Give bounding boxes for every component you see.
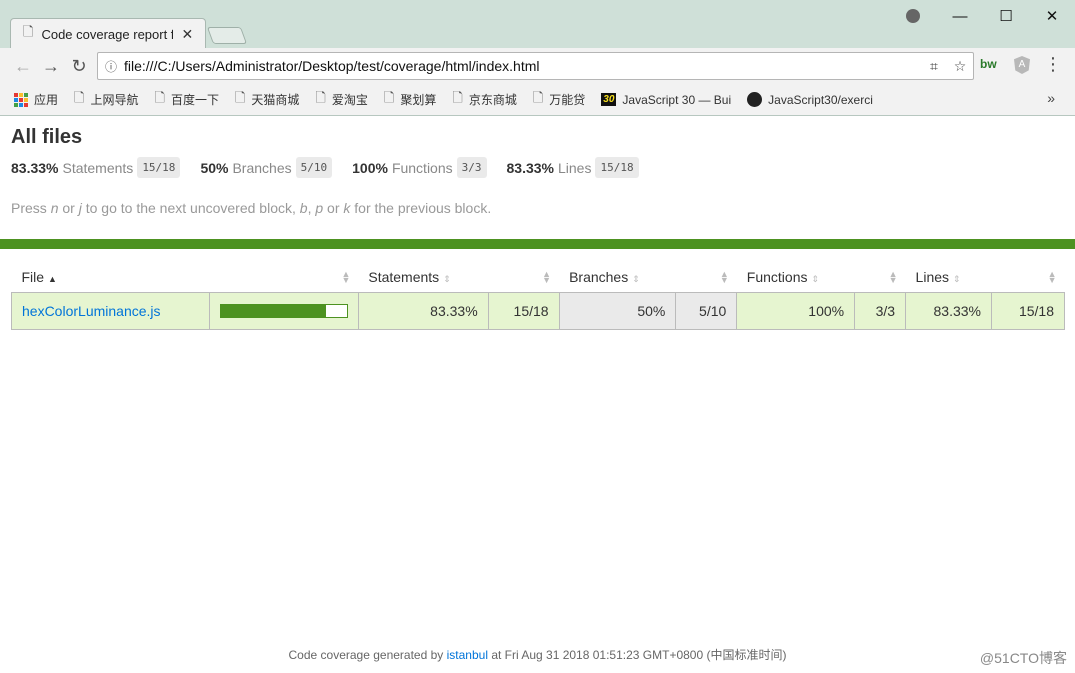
page-icon: 🗋 [154, 89, 165, 105]
bookmark-item[interactable]: 🗋 天猫商城 [235, 89, 299, 111]
minimize-button[interactable]: — [937, 4, 983, 28]
sort-icon: ▲ ▼ [542, 269, 552, 285]
coverage-summary: 83.33% Statements 15/18 50% Branches 5/1… [11, 157, 659, 178]
page-icon: 🗋 [383, 89, 395, 105]
bookmarks-bar: 应用 🗋 上网导航 🗋 百度一下 🗋 天猫商城 🗋 爱淘宝 🗋 聚划算 🗋 京东商城 🗋 万能… [0, 84, 1075, 115]
statements-pct: 83.33% [357, 291, 489, 330]
keyboard-hint: Press n or j to go to the next uncovered… [11, 200, 492, 216]
more-bookmarks-icon[interactable]: » [1047, 90, 1055, 106]
column-header-functions[interactable]: Functions ⇕ ▲ ▼ [737, 262, 906, 292]
bookmark-item[interactable]: 🗋 百度一下 [154, 89, 218, 111]
close-window-button[interactable]: ✕ [1029, 4, 1075, 28]
summary-functions: 100% Functions 3/3 [352, 157, 487, 178]
coverage-bar-fill [220, 304, 326, 317]
sort-icon: ▲ ▼ [341, 269, 351, 285]
angular-extension-icon[interactable]: A [1014, 56, 1030, 74]
profile-icon[interactable] [890, 4, 936, 28]
summary-lines: 83.33% Lines 15/18 [507, 157, 639, 178]
column-header-file[interactable]: File ▲ [12, 262, 210, 292]
github-icon [747, 92, 763, 107]
page-icon: 🗋 [23, 24, 34, 39]
info-icon[interactable]: ⓘ [98, 58, 124, 75]
menu-icon[interactable]: ⋮ [1044, 54, 1062, 75]
bookmark-item[interactable]: JavaScript30/exerci [747, 92, 873, 107]
sort-icon: ⇕ [811, 273, 819, 284]
sort-icon: ⇕ [443, 273, 451, 284]
new-tab-button[interactable] [206, 27, 248, 44]
sort-icon: ▲ ▼ [1047, 269, 1057, 285]
address-bar[interactable]: ⓘ file:///C:/Users/Administrator/Desktop… [97, 52, 974, 80]
bookmark-item[interactable]: 🗋 万能贷 [533, 89, 585, 111]
page-icon: 🗋 [315, 89, 326, 105]
functions-pct: 100% [736, 291, 856, 330]
bookmark-apps[interactable]: 应用 [14, 91, 58, 108]
coverage-report-page: All files 83.33% Statements 15/18 50% Br… [0, 116, 1075, 673]
page-icon: 🗋 [532, 89, 544, 105]
maximize-button[interactable]: ☐ [983, 4, 1029, 28]
branches-pct: 50% [558, 291, 677, 330]
file-cell: hexColorLuminance.js [11, 291, 210, 330]
browser-tab[interactable]: 🗋 Code coverage report f ✕ [10, 18, 206, 48]
sort-icon: ▲ ▼ [719, 269, 729, 285]
status-bar [0, 239, 1075, 249]
summary-branches: 50% Branches 5/10 [200, 157, 333, 178]
apps-icon [14, 92, 28, 107]
functions-fraction: 3/3 [854, 291, 907, 330]
page-title: All files [11, 126, 83, 148]
forward-button[interactable]: → [40, 55, 62, 77]
bookmark-item[interactable]: 🗋 京东商城 [452, 89, 516, 111]
js30-icon: 30 [601, 93, 617, 106]
bookmark-item[interactable]: 🗋 上网导航 [74, 89, 138, 111]
footer: Code coverage generated by istanbul at F… [288, 648, 787, 662]
navigation-bar: ← → ↻ ⓘ file:///C:/Users/Administrator/D… [0, 48, 1075, 84]
url-text[interactable]: file:///C:/Users/Administrator/Desktop/t… [124, 58, 921, 74]
summary-statements: 83.33% Statements 15/18 [11, 157, 181, 178]
sort-icon: ▲ ▼ [888, 269, 898, 285]
reload-button[interactable]: ↻ [68, 55, 90, 77]
page-icon: 🗋 [452, 89, 463, 105]
column-header-branches[interactable]: Branches ⇕ ▲ ▼ [559, 262, 737, 292]
sort-icon: ⇕ [632, 273, 640, 284]
column-header-lines[interactable]: Lines ⇕ ▲ ▼ [906, 262, 1065, 292]
tab-title: Code coverage report f [41, 26, 174, 42]
star-icon[interactable]: ☆ [947, 58, 973, 75]
coverage-bar [219, 303, 348, 318]
file-link[interactable]: hexColorLuminance.js [22, 303, 161, 319]
coverage-bar-cell [208, 291, 359, 330]
bw-extension-icon[interactable]: bw [980, 57, 997, 71]
sort-icon: ⇕ [952, 273, 961, 284]
bookmark-item[interactable]: 🗋 爱淘宝 [315, 89, 367, 111]
sort-asc-icon: ▲ [47, 273, 57, 284]
column-header-statements[interactable]: Statements ⇕ ▲ ▼ [358, 262, 559, 292]
close-tab-icon[interactable]: ✕ [181, 26, 193, 43]
bookmark-item[interactable]: 🗋 聚划算 [384, 89, 436, 111]
bookmark-item[interactable]: 30 JavaScript 30 — Bui [601, 93, 731, 107]
translate-icon[interactable]: ⌗ [921, 58, 947, 75]
coverage-table: File ▲ ▲ ▼ Statements ⇕ ▲ ▼ Branches ⇕ ▲ ▼ Fu… [11, 262, 1066, 330]
page-icon: 🗋 [234, 89, 246, 105]
lines-fraction: 15/18 [990, 291, 1066, 330]
browser-chrome: 🗋 Code coverage report f ✕ — ☐ ✕ ← → ↻ ⓘ… [0, 0, 1075, 116]
branches-fraction: 5/10 [675, 291, 738, 330]
istanbul-link[interactable]: istanbul [447, 648, 488, 662]
column-header-coverage[interactable]: ▲ ▼ [209, 262, 358, 292]
table-row: hexColorLuminance.js 83.33% 15/18 50% 5/… [11, 291, 1066, 330]
page-icon: 🗋 [74, 89, 85, 105]
statements-fraction: 15/18 [487, 291, 560, 330]
watermark: @51CTO博客 [979, 650, 1067, 666]
lines-pct: 83.33% [905, 291, 992, 330]
back-button[interactable]: ← [12, 55, 34, 77]
